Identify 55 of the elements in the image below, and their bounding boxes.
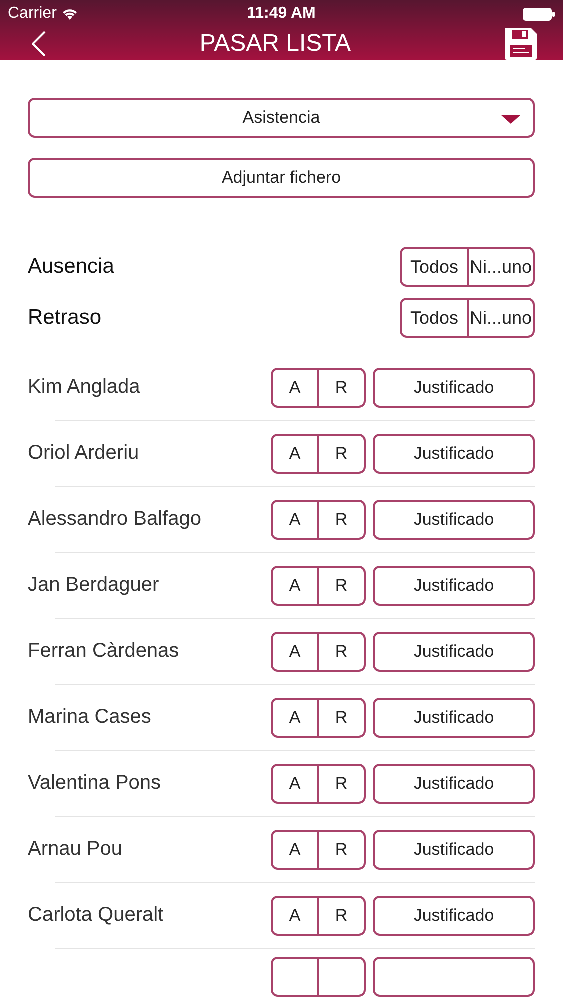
- student-name: Kim Anglada: [28, 376, 140, 399]
- absent-toggle[interactable]: A: [271, 566, 319, 606]
- justified-button[interactable]: Justificado: [373, 368, 535, 408]
- select-none-button[interactable]: Ni...uno: [469, 247, 535, 287]
- late-toggle[interactable]: [319, 957, 366, 997]
- type-dropdown[interactable]: Asistencia: [28, 98, 535, 138]
- late-toggle[interactable]: R: [319, 764, 366, 804]
- justified-button[interactable]: Justificado: [373, 830, 535, 870]
- late-toggle[interactable]: R: [319, 830, 366, 870]
- bulk-row-label: Ausencia: [28, 255, 114, 279]
- status-time: 11:49 AM: [247, 5, 316, 23]
- student-name: Carlota Queralt: [28, 904, 164, 927]
- absent-toggle[interactable]: [271, 957, 319, 997]
- wifi-icon: [62, 8, 78, 20]
- late-toggle[interactable]: R: [319, 434, 366, 474]
- page-title: PASAR LISTA: [200, 30, 352, 58]
- absent-toggle[interactable]: A: [271, 368, 319, 408]
- justified-button[interactable]: [373, 957, 535, 997]
- student-name: Valentina Pons: [28, 772, 162, 795]
- justified-button[interactable]: Justificado: [373, 566, 535, 606]
- select-all-button[interactable]: Todos: [400, 247, 469, 287]
- attach-file-button[interactable]: Adjuntar fichero: [28, 158, 535, 198]
- late-toggle[interactable]: R: [319, 698, 366, 738]
- student-name: Oriol Arderiu: [28, 442, 140, 465]
- select-none-button[interactable]: Ni...uno: [469, 298, 535, 338]
- absent-toggle[interactable]: A: [271, 632, 319, 672]
- late-toggle[interactable]: R: [319, 500, 366, 540]
- student-name: Jan Berdaguer: [28, 574, 160, 597]
- student-name: Arnau Pou: [28, 838, 123, 861]
- justified-button[interactable]: Justificado: [373, 500, 535, 540]
- absent-toggle[interactable]: A: [271, 434, 319, 474]
- back-button[interactable]: [32, 31, 46, 57]
- late-toggle[interactable]: R: [319, 632, 366, 672]
- bulk-row-label: Retraso: [28, 306, 102, 330]
- late-toggle[interactable]: R: [319, 896, 366, 936]
- justified-button[interactable]: Justificado: [373, 764, 535, 804]
- absent-toggle[interactable]: A: [271, 500, 319, 540]
- late-toggle[interactable]: R: [319, 368, 366, 408]
- absent-toggle[interactable]: A: [271, 896, 319, 936]
- student-name: Ferran Càrdenas: [28, 640, 180, 663]
- absent-toggle[interactable]: A: [271, 830, 319, 870]
- justified-button[interactable]: Justificado: [373, 896, 535, 936]
- justified-button[interactable]: Justificado: [373, 632, 535, 672]
- late-toggle[interactable]: R: [319, 566, 366, 606]
- justified-button[interactable]: Justificado: [373, 698, 535, 738]
- dropdown-caret-icon: [501, 115, 521, 124]
- student-name: Marina Cases: [28, 706, 152, 729]
- justified-button[interactable]: Justificado: [373, 434, 535, 474]
- carrier-label: Carrier: [8, 5, 57, 23]
- save-icon[interactable]: [504, 28, 537, 60]
- battery-icon: [523, 8, 555, 20]
- select-all-button[interactable]: Todos: [400, 298, 469, 338]
- absent-toggle[interactable]: A: [271, 698, 319, 738]
- student-name: Alessandro Balfago: [28, 508, 202, 531]
- absent-toggle[interactable]: A: [271, 764, 319, 804]
